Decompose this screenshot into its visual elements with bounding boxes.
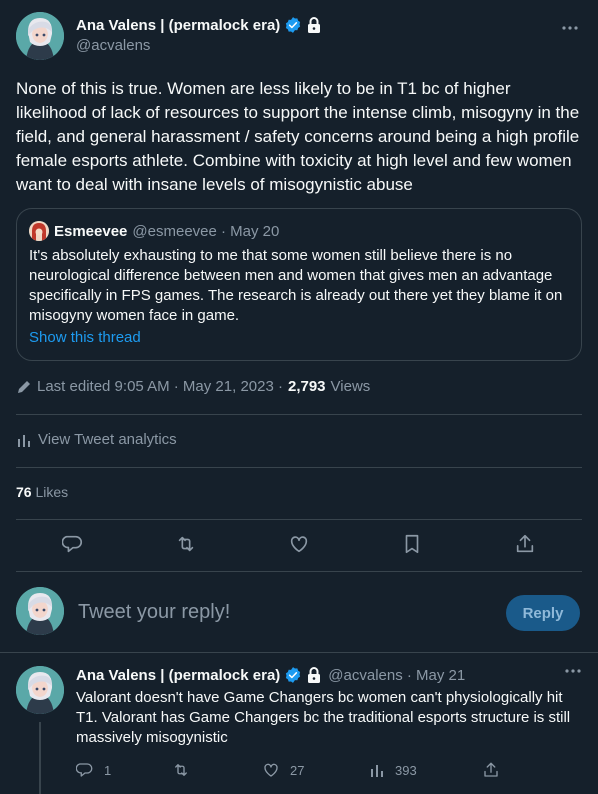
more-icon[interactable] bbox=[560, 18, 580, 38]
avatar[interactable] bbox=[16, 12, 64, 60]
pencil-icon bbox=[16, 379, 32, 395]
reply-button[interactable]: Reply bbox=[506, 595, 580, 631]
author-name-row[interactable]: Ana Valens | (permalock era) bbox=[76, 16, 322, 34]
likes-summary[interactable]: 76 Likes bbox=[16, 484, 68, 500]
views-count: 2,793 bbox=[287, 378, 326, 395]
thread-author-name[interactable]: Ana Valens | (permalock era) bbox=[76, 667, 280, 684]
divider bbox=[16, 571, 582, 572]
reply-input[interactable]: Tweet your reply! bbox=[78, 601, 230, 624]
reply-count: 1 bbox=[104, 762, 112, 778]
thread-connector-line bbox=[39, 722, 41, 794]
analytics-icon bbox=[369, 762, 385, 778]
quoted-tweet-text: It's absolutely exhausting to me that so… bbox=[29, 247, 563, 324]
bookmark-icon[interactable] bbox=[395, 527, 429, 561]
reply-composer: Tweet your reply! Reply bbox=[0, 585, 598, 641]
edited-label: Last edited 9:05 AM · May 21, 2023 · bbox=[37, 378, 283, 395]
quoted-tweet[interactable]: Esmeevee @esmeevee · May 20 It's absolut… bbox=[16, 208, 582, 361]
avatar[interactable] bbox=[16, 666, 64, 714]
like-count: 27 bbox=[290, 762, 305, 778]
analytics-label: View Tweet analytics bbox=[38, 431, 177, 448]
thread-action-bar: 1 27 393 bbox=[76, 758, 506, 782]
analytics-icon bbox=[16, 432, 32, 448]
thread-meta: @acvalens · May 21 bbox=[328, 666, 466, 684]
reply-icon bbox=[76, 761, 94, 779]
verified-badge-icon bbox=[284, 666, 302, 684]
thread-reply-header: Ana Valens | (permalock era) @acvalens ·… bbox=[76, 666, 465, 684]
heart-icon[interactable] bbox=[282, 527, 316, 561]
author-name[interactable]: Ana Valens | (permalock era) bbox=[76, 17, 280, 34]
thread-views-action[interactable]: 393 bbox=[369, 758, 417, 782]
share-icon bbox=[482, 761, 500, 779]
more-icon[interactable] bbox=[564, 668, 582, 674]
avatar[interactable] bbox=[16, 587, 64, 635]
view-analytics-link[interactable]: View Tweet analytics bbox=[16, 431, 177, 448]
view-count: 393 bbox=[395, 762, 417, 778]
lock-icon bbox=[306, 16, 322, 34]
author-handle[interactable]: @acvalens bbox=[76, 37, 150, 54]
show-thread-link[interactable]: Show this thread bbox=[29, 329, 141, 346]
quoted-meta: @esmeevee · May 20 bbox=[132, 222, 280, 240]
thread-retweet-action[interactable] bbox=[172, 758, 190, 782]
quoted-tweet-header: Esmeevee @esmeevee · May 20 bbox=[29, 221, 279, 241]
main-tweet-header: Ana Valens | (permalock era) @acvalens bbox=[16, 12, 582, 60]
reply-icon[interactable] bbox=[56, 527, 90, 561]
divider bbox=[0, 652, 598, 653]
verified-badge-icon bbox=[284, 16, 302, 34]
heart-icon bbox=[262, 761, 280, 779]
retweet-icon bbox=[172, 761, 190, 779]
thread-like-action[interactable]: 27 bbox=[262, 758, 304, 782]
views-label: Views bbox=[330, 378, 371, 395]
divider bbox=[16, 467, 582, 468]
retweet-icon[interactable] bbox=[169, 527, 203, 561]
lock-icon bbox=[306, 666, 322, 684]
quoted-author-name: Esmeevee bbox=[54, 222, 128, 240]
thread-reply-text: Valorant doesn't have Game Changers bc w… bbox=[76, 689, 571, 746]
share-icon[interactable] bbox=[508, 527, 542, 561]
likes-label: Likes bbox=[35, 484, 69, 500]
quoted-avatar bbox=[29, 221, 49, 241]
edit-history-row[interactable]: Last edited 9:05 AM · May 21, 2023 · 2,7… bbox=[16, 378, 370, 395]
tweet-text: None of this is true. Women are less lik… bbox=[16, 79, 580, 194]
divider bbox=[16, 414, 582, 415]
likes-count: 76 bbox=[16, 484, 32, 500]
thread-share-action[interactable] bbox=[482, 758, 500, 782]
tweet-action-bar bbox=[16, 520, 582, 568]
thread-reply-action[interactable]: 1 bbox=[76, 758, 111, 782]
